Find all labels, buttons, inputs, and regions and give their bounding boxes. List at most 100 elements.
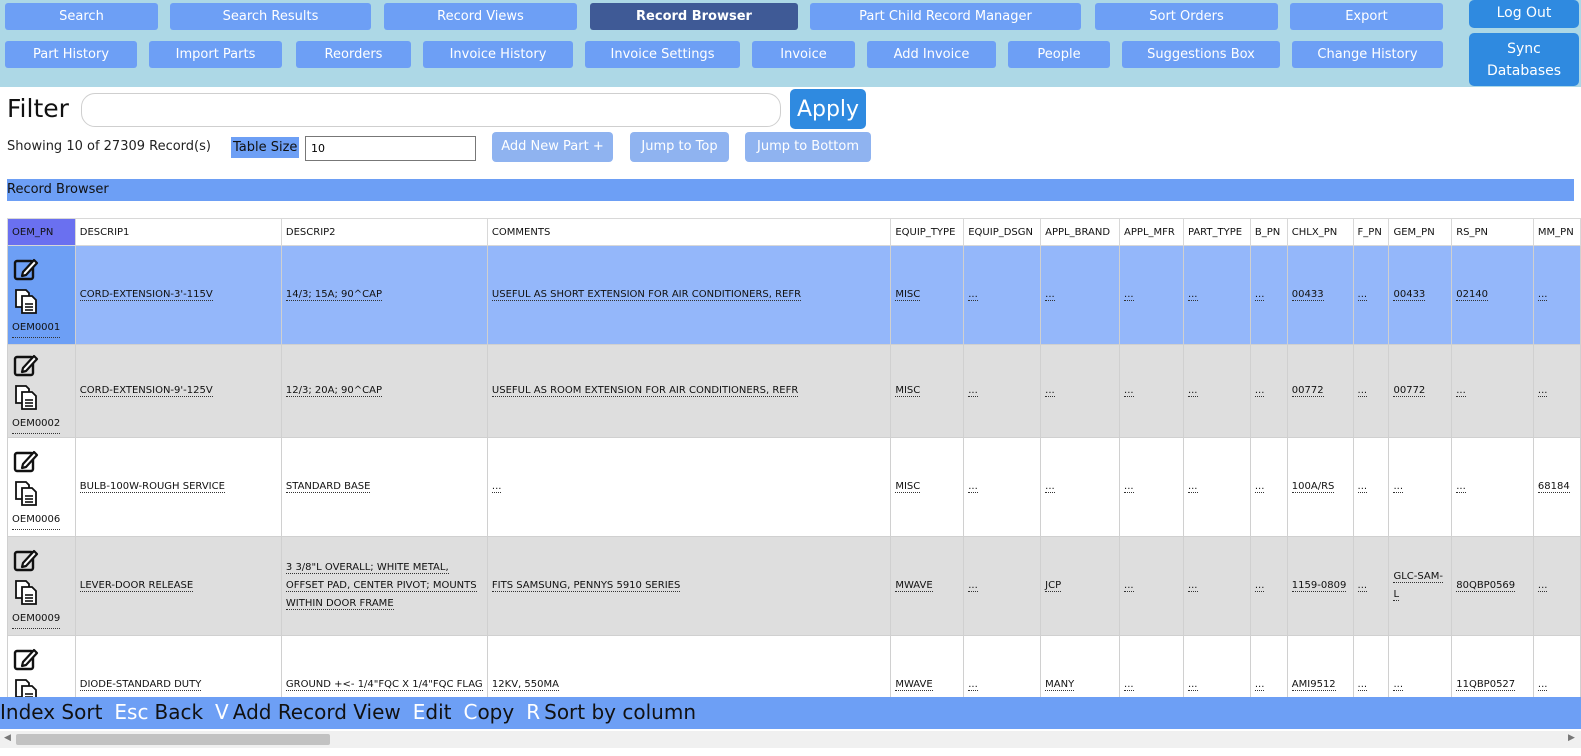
oem-pn-link[interactable]: OEM0009: [12, 610, 61, 629]
table-cell-oem-pn[interactable]: [7, 635, 76, 698]
table-cell-chlx-pn[interactable]: 00772: [1286, 344, 1354, 438]
nav-search-results[interactable]: Search Results: [170, 3, 371, 30]
column-header-appl-brand[interactable]: APPL_BRAND: [1040, 218, 1121, 246]
table-cell-f-pn[interactable]: ...: [1352, 245, 1390, 345]
table-cell-part-type[interactable]: ...: [1182, 437, 1251, 537]
edit-record-icon[interactable]: [12, 351, 40, 379]
nav-search[interactable]: Search: [5, 3, 158, 30]
table-cell-comments[interactable]: ...: [486, 437, 892, 537]
table-cell-equip-type[interactable]: MISC: [890, 344, 965, 438]
table-cell-rs-pn[interactable]: ...: [1451, 344, 1534, 438]
column-header-comments[interactable]: COMMENTS: [486, 218, 892, 246]
table-cell-comments[interactable]: FITS SAMSUNG, PENNYS 5910 SERIES: [486, 536, 892, 636]
table-cell-mm-pn[interactable]: ...: [1532, 344, 1581, 438]
table-cell-appl-brand[interactable]: ...: [1040, 344, 1121, 438]
column-header-descrip2[interactable]: DESCRIP2: [280, 218, 488, 246]
table-cell-descrip1[interactable]: CORD-EXTENSION-9'-125V: [74, 344, 282, 438]
table-cell-gem-pn[interactable]: 00433: [1388, 245, 1453, 345]
nav-invoice[interactable]: Invoice: [752, 41, 855, 68]
table-cell-gem-pn[interactable]: ...: [1388, 635, 1453, 698]
copy-record-icon[interactable]: [12, 287, 40, 315]
table-cell-b-pn[interactable]: ...: [1249, 344, 1288, 438]
table-cell-chlx-pn[interactable]: 1159-0809: [1286, 536, 1354, 636]
edit-record-icon[interactable]: [12, 546, 40, 574]
table-cell-mm-pn[interactable]: ...: [1532, 635, 1581, 698]
table-cell-appl-mfr[interactable]: ...: [1119, 635, 1184, 698]
logout-button[interactable]: Log Out: [1469, 0, 1579, 28]
table-cell-descrip2[interactable]: 12/3; 20A; 90^CAP: [280, 344, 488, 438]
table-row[interactable]: OEM0009 LEVER-DOOR RELEASE 3 3/8"L OVERALL…: [7, 536, 1581, 636]
copy-record-icon[interactable]: [12, 479, 40, 507]
table-cell-chlx-pn[interactable]: 00433: [1286, 245, 1354, 345]
table-cell-equip-dsgn[interactable]: ...: [963, 635, 1042, 698]
table-cell-equip-dsgn[interactable]: ...: [963, 344, 1042, 438]
table-cell-appl-brand[interactable]: JCP: [1040, 536, 1121, 636]
table-cell-gem-pn[interactable]: ...: [1388, 437, 1453, 537]
edit-record-icon[interactable]: [12, 447, 40, 475]
nav-part-child-record-manager[interactable]: Part Child Record Manager: [810, 3, 1081, 30]
table-cell-part-type[interactable]: ...: [1182, 635, 1251, 698]
table-cell-part-type[interactable]: ...: [1182, 245, 1251, 345]
column-header-oem-pn[interactable]: OEM_PN: [7, 218, 76, 246]
table-cell-appl-mfr[interactable]: ...: [1119, 245, 1184, 345]
table-cell-descrip1[interactable]: BULB-100W-ROUGH SERVICE: [74, 437, 282, 537]
table-row[interactable]: OEM0002 CORD-EXTENSION-9'-125V 12/3; 20A; …: [7, 344, 1581, 438]
copy-record-icon[interactable]: [12, 383, 40, 411]
table-cell-rs-pn[interactable]: 11QBP0527: [1451, 635, 1534, 698]
table-cell-descrip1[interactable]: DIODE-STANDARD DUTY: [74, 635, 282, 698]
table-cell-f-pn[interactable]: ...: [1352, 536, 1390, 636]
sync-databases-button[interactable]: Sync Databases: [1469, 33, 1579, 86]
table-cell-equip-dsgn[interactable]: ...: [963, 245, 1042, 345]
table-cell-oem-pn[interactable]: OEM0002: [7, 344, 76, 438]
table-cell-appl-brand[interactable]: ...: [1040, 245, 1121, 345]
edit-record-icon[interactable]: [12, 255, 40, 283]
table-cell-mm-pn[interactable]: 68184: [1532, 437, 1581, 537]
table-cell-equip-type[interactable]: MISC: [890, 437, 965, 537]
table-cell-gem-pn[interactable]: 00772: [1388, 344, 1453, 438]
table-cell-equip-type[interactable]: MISC: [890, 245, 965, 345]
oem-pn-link[interactable]: OEM0002: [12, 415, 61, 434]
table-cell-descrip2[interactable]: GROUND +<- 1/4"FQC X 1/4"FQC FLAG: [280, 635, 488, 698]
table-cell-appl-mfr[interactable]: ...: [1119, 536, 1184, 636]
column-header-chlx-pn[interactable]: CHLX_PN: [1286, 218, 1354, 246]
column-header-gem-pn[interactable]: GEM_PN: [1388, 218, 1453, 246]
table-cell-comments[interactable]: USEFUL AS SHORT EXTENSION FOR AIR CONDIT…: [486, 245, 892, 345]
scroll-left-icon[interactable]: ◀: [4, 733, 11, 743]
column-header-equip-dsgn[interactable]: EQUIP_DSGN: [963, 218, 1042, 246]
table-cell-descrip2[interactable]: 14/3; 15A; 90^CAP: [280, 245, 488, 345]
table-cell-b-pn[interactable]: ...: [1249, 635, 1288, 698]
nav-import-parts[interactable]: Import Parts: [149, 41, 282, 68]
nav-part-history[interactable]: Part History: [5, 41, 137, 68]
table-cell-appl-mfr[interactable]: ...: [1119, 437, 1184, 537]
table-cell-oem-pn[interactable]: OEM0001: [7, 245, 76, 345]
table-row[interactable]: OEM0001 CORD-EXTENSION-3'-115V 14/3; 15A; …: [7, 245, 1581, 345]
column-header-equip-type[interactable]: EQUIP_TYPE: [890, 218, 965, 246]
table-cell-rs-pn[interactable]: 02140: [1451, 245, 1534, 345]
table-cell-oem-pn[interactable]: OEM0006: [7, 437, 76, 537]
table-cell-rs-pn[interactable]: ...: [1451, 437, 1534, 537]
column-header-b-pn[interactable]: B_PN: [1249, 218, 1288, 246]
nav-export[interactable]: Export: [1290, 3, 1443, 30]
table-cell-b-pn[interactable]: ...: [1249, 245, 1288, 345]
table-cell-comments[interactable]: USEFUL AS ROOM EXTENSION FOR AIR CONDITI…: [486, 344, 892, 438]
table-cell-descrip2[interactable]: STANDARD BASE: [280, 437, 488, 537]
scroll-right-icon[interactable]: ▶: [1568, 733, 1575, 743]
table-cell-descrip1[interactable]: CORD-EXTENSION-3'-115V: [74, 245, 282, 345]
oem-pn-link[interactable]: OEM0006: [12, 511, 61, 530]
jump-to-bottom-button[interactable]: Jump to Bottom: [745, 132, 871, 162]
column-header-appl-mfr[interactable]: APPL_MFR: [1119, 218, 1184, 246]
table-cell-equip-dsgn[interactable]: ...: [963, 437, 1042, 537]
nav-add-invoice[interactable]: Add Invoice: [867, 41, 996, 68]
table-row[interactable]: OEM0006 BULB-100W-ROUGH SERVICE STANDARD B…: [7, 437, 1581, 537]
table-cell-comments[interactable]: 12KV, 550MA: [486, 635, 892, 698]
table-cell-part-type[interactable]: ...: [1182, 344, 1251, 438]
table-cell-mm-pn[interactable]: ...: [1532, 245, 1581, 345]
column-header-rs-pn[interactable]: RS_PN: [1451, 218, 1534, 246]
nav-invoice-settings[interactable]: Invoice Settings: [585, 41, 740, 68]
table-cell-b-pn[interactable]: ...: [1249, 536, 1288, 636]
jump-to-top-button[interactable]: Jump to Top: [630, 132, 729, 162]
table-cell-appl-mfr[interactable]: ...: [1119, 344, 1184, 438]
oem-pn-link[interactable]: OEM0001: [12, 319, 61, 338]
nav-change-history[interactable]: Change History: [1292, 41, 1443, 68]
table-cell-equip-dsgn[interactable]: ...: [963, 536, 1042, 636]
